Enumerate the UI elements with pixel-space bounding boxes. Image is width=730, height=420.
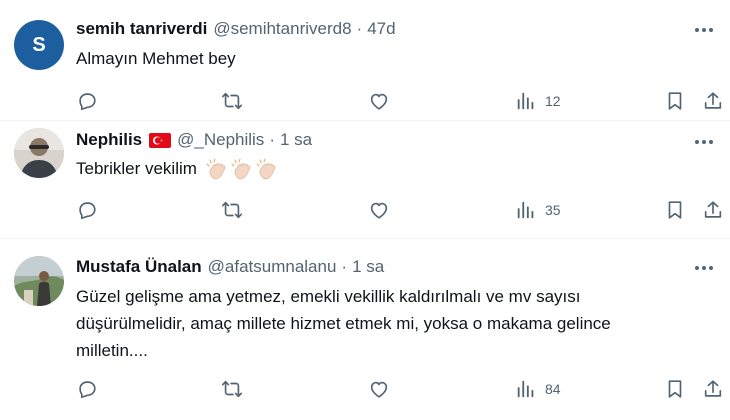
timestamp[interactable]: 47d (367, 19, 395, 39)
share-icon (704, 380, 722, 397)
reply-icon (79, 93, 96, 111)
separator-dot: · (341, 257, 348, 276)
display-name[interactable]: Mustafa Ünalan (76, 257, 202, 277)
like-icon (370, 381, 388, 398)
reply-button[interactable] (76, 89, 98, 113)
more-icon[interactable] (692, 132, 716, 152)
views-count: 12 (545, 93, 561, 109)
action-bar: 35 (0, 198, 730, 222)
share-button[interactable] (702, 198, 724, 222)
display-name[interactable]: Nephilis (76, 130, 142, 150)
bookmark-icon (668, 201, 682, 219)
clapping-hands-emoji (206, 158, 280, 182)
user-handle[interactable]: @_Nephilis (177, 130, 264, 150)
tweet-text: Tebrikler vekilim (76, 155, 716, 182)
timestamp[interactable]: 1 sa (352, 257, 384, 277)
like-icon (370, 202, 388, 219)
like-button[interactable] (368, 198, 390, 222)
avatar[interactable] (14, 256, 64, 306)
like-icon (370, 93, 388, 110)
action-bar: 12 (0, 89, 730, 113)
tweet-text-body: Tebrikler vekilim (76, 159, 197, 178)
avatar-photo (14, 128, 64, 178)
retweet-button[interactable] (221, 198, 243, 222)
action-bar: 84 (0, 377, 730, 401)
tweet-text: Almayın Mehmet bey (76, 49, 236, 68)
bookmark-button[interactable] (664, 377, 686, 401)
share-button[interactable] (702, 377, 724, 401)
user-handle[interactable]: @afatsumnalanu (208, 257, 337, 277)
avatar-letter: S (32, 33, 46, 56)
retweet-icon (222, 380, 242, 398)
avatar-photo (14, 256, 64, 306)
bookmark-icon (668, 92, 682, 110)
avatar[interactable]: S (14, 20, 64, 70)
tweet[interactable]: S semih tanriverdi @semihtanriverd8 · 47… (0, 0, 730, 120)
reply-button[interactable] (76, 198, 98, 222)
user-handle[interactable]: @semihtanriverd8 (213, 19, 351, 39)
share-icon (704, 201, 722, 218)
bookmark-button[interactable] (664, 89, 686, 113)
bookmark-icon (668, 380, 682, 398)
share-button[interactable] (702, 89, 724, 113)
tweet[interactable]: Nephilis @_Nephilis · 1 sa Tebrikler vek… (0, 120, 730, 238)
retweet-button[interactable] (221, 377, 243, 401)
avatar[interactable] (14, 128, 64, 178)
tweet-header: Mustafa Ünalan @afatsumnalanu · 1 sa (76, 257, 384, 277)
retweet-icon (222, 92, 242, 110)
turkey-flag-icon (149, 132, 172, 148)
more-icon[interactable] (692, 258, 716, 278)
tweet-header: Nephilis @_Nephilis · 1 sa (76, 130, 312, 150)
tweet-header: semih tanriverdi @semihtanriverd8 · 47d (76, 19, 396, 39)
retweet-icon (222, 201, 242, 219)
views-button[interactable]: 35 (515, 198, 561, 222)
like-button[interactable] (368, 89, 390, 113)
timestamp[interactable]: 1 sa (280, 130, 312, 150)
tweet-text: Güzel gelişme ama yetmez, emekli vekilli… (76, 287, 611, 360)
like-button[interactable] (368, 377, 390, 401)
views-button[interactable]: 84 (515, 377, 561, 401)
views-icon (517, 201, 534, 219)
reply-icon (79, 202, 96, 220)
views-count: 35 (545, 202, 561, 218)
tweet[interactable]: Mustafa Ünalan @afatsumnalanu · 1 sa Güz… (0, 238, 730, 420)
views-icon (517, 92, 534, 110)
views-icon (517, 380, 534, 398)
reply-icon (79, 381, 96, 399)
views-count: 84 (545, 381, 561, 397)
retweet-button[interactable] (221, 89, 243, 113)
share-icon (704, 92, 722, 109)
more-icon[interactable] (692, 20, 716, 40)
display-name[interactable]: semih tanriverdi (76, 19, 207, 39)
bookmark-button[interactable] (664, 198, 686, 222)
reply-button[interactable] (76, 377, 98, 401)
views-button[interactable]: 12 (515, 89, 561, 113)
separator-dot: · (269, 130, 275, 149)
separator-dot: · (356, 19, 363, 38)
